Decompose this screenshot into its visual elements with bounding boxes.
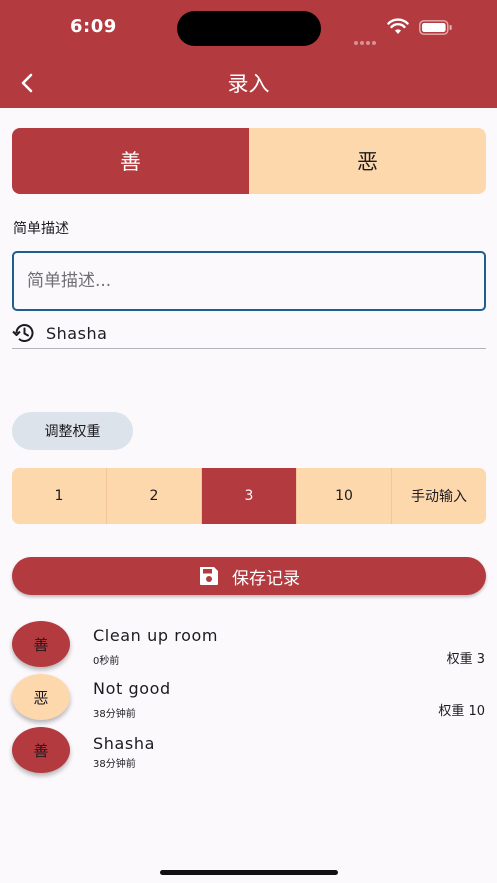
status-time: 6:09: [70, 16, 117, 37]
record-weight: 权重 10: [438, 704, 485, 719]
record-badge: 恶: [12, 674, 70, 720]
record-item[interactable]: 恶 Not good 38分钟前 权重 10: [0, 674, 497, 726]
description-label: 简单描述: [13, 221, 69, 237]
home-indicator: [160, 870, 338, 875]
weight-option-10[interactable]: 10: [297, 468, 392, 524]
weight-option-1[interactable]: 1: [12, 468, 107, 524]
type-toggle: 善 恶: [12, 128, 486, 194]
description-input[interactable]: [12, 251, 486, 311]
description-suggestion[interactable]: Shasha: [12, 318, 486, 349]
weight-option-manual[interactable]: 手动输入: [392, 468, 486, 524]
record-weight: 权重 3: [446, 652, 485, 667]
record-time: 38分钟前: [93, 759, 136, 770]
record-title: Shasha: [93, 734, 155, 753]
record-title: Not good: [93, 679, 171, 698]
app-header: 6:09 录入: [0, 0, 497, 108]
wifi-icon: [387, 18, 409, 34]
battery-icon: [419, 20, 452, 35]
adjust-weight-button[interactable]: 调整权重: [12, 412, 133, 450]
cellular-signal-icon: [354, 30, 378, 45]
type-good-button[interactable]: 善: [12, 128, 249, 194]
floppy-disk-icon: [200, 567, 218, 585]
record-time: 0秒前: [93, 656, 120, 667]
record-badge: 善: [12, 727, 70, 773]
record-badge: 善: [12, 621, 70, 667]
suggestion-text: Shasha: [46, 323, 108, 343]
save-record-button[interactable]: 保存记录: [12, 557, 486, 595]
record-item[interactable]: 善 Shasha 38分钟前: [0, 727, 497, 779]
page-title: 录入: [227, 72, 270, 96]
type-bad-button[interactable]: 恶: [249, 128, 486, 194]
dynamic-island: [177, 11, 321, 46]
record-item[interactable]: 善 Clean up room 0秒前 权重 3: [0, 621, 497, 673]
save-record-label: 保存记录: [232, 568, 300, 589]
weight-option-3[interactable]: 3: [202, 468, 297, 524]
record-title: Clean up room: [93, 626, 219, 645]
weight-selector: 1 2 3 10 手动输入: [12, 468, 486, 524]
record-time: 38分钟前: [93, 709, 136, 720]
weight-option-2[interactable]: 2: [107, 468, 202, 524]
history-icon: [12, 324, 34, 342]
